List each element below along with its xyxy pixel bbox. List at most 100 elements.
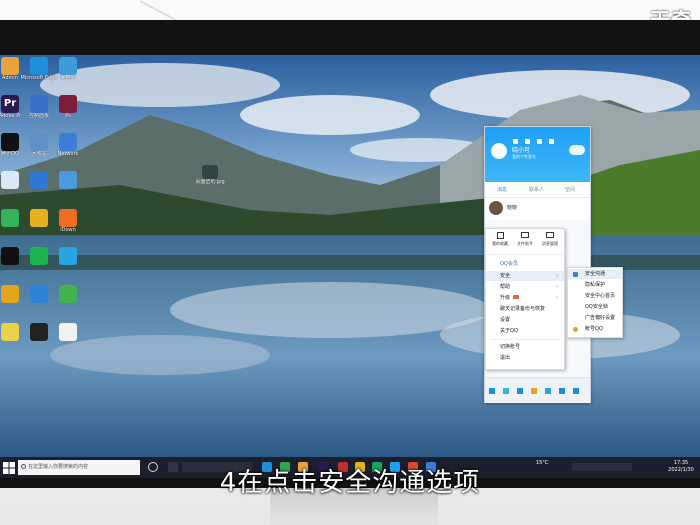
weather-cloud-icon[interactable] (569, 145, 585, 155)
bookmark-icon (496, 232, 504, 239)
menu-shortcuts: 我的收藏 文件助手 消息管理 (486, 229, 564, 255)
desktop-icon[interactable]: 此电脑 (48, 57, 88, 81)
desktop-icon-label: Network (57, 151, 79, 157)
desktop-icon[interactable] (48, 171, 88, 189)
image-file-icon (202, 165, 218, 179)
menu-item-about[interactable]: 关于QQ (486, 326, 564, 336)
file-assistant-shortcut[interactable]: 文件助手 (515, 232, 535, 247)
toolbar-icon[interactable] (573, 388, 579, 394)
chevron-right-icon: › (556, 273, 558, 279)
shortcut-label: 消息管理 (542, 241, 558, 246)
desktop-icon[interactable] (48, 285, 88, 303)
menu-item-label: 安全 (500, 273, 511, 279)
menu-item-chat-backup[interactable]: 聊天记录备份与恢复 (486, 304, 564, 314)
desktop-icon[interactable]: 控制面板 (19, 95, 59, 119)
tab-space[interactable]: 空间 (565, 186, 575, 193)
avatar[interactable] (491, 143, 507, 159)
chevron-right-icon: › (556, 295, 558, 301)
security-submenu: 安全沟通 隐私保护 安全中心首页 QQ安全锁 广告偏好设置 帐号QQ (567, 267, 623, 338)
desktop-icon-label: 此电脑 (60, 75, 76, 81)
favorites-shortcut[interactable]: 我的收藏 (490, 232, 510, 247)
menu-item-exit[interactable]: 退出 (486, 353, 564, 363)
desktop-icon[interactable]: iDown (48, 209, 88, 233)
list-item[interactable]: 晓晓 (485, 198, 590, 220)
menu-item-label: 帮助 (500, 284, 511, 290)
menu-item-security[interactable]: 安全 › (486, 271, 564, 281)
app-icon (30, 285, 48, 303)
app-icon (30, 247, 48, 265)
submenu-item-label: 安全沟通 (585, 271, 606, 277)
submenu-item-privacy[interactable]: 隐私保护 (568, 280, 622, 290)
app-icon (59, 247, 77, 265)
desktop-icon[interactable]: Network (48, 133, 88, 157)
submenu-item-account-qq[interactable]: 帐号QQ (568, 324, 622, 334)
app-icon (59, 95, 77, 113)
contact-avatar (489, 201, 503, 215)
menu-item-switch-account[interactable]: 切换账号 (486, 342, 564, 352)
app-icon (59, 133, 77, 151)
tab-contacts[interactable]: 联系人 (529, 186, 544, 193)
qq-top-controls (513, 129, 573, 144)
app-icon (30, 323, 48, 341)
lock-icon[interactable] (537, 139, 542, 144)
desktop-icon[interactable] (48, 323, 88, 341)
toolbar-icon[interactable] (517, 388, 523, 394)
qq-signature[interactable]: 我的个性签名 (512, 154, 536, 160)
message-icon (546, 232, 554, 238)
app-icon (59, 285, 77, 303)
app-icon (1, 209, 19, 227)
app-icon (1, 323, 19, 341)
toolbar-icon[interactable] (531, 388, 537, 394)
shield-icon (573, 272, 578, 277)
app-icon: Pr (1, 95, 19, 113)
menu-item-settings[interactable]: 设置 (486, 315, 564, 325)
app-icon (30, 209, 48, 227)
toolbar-icon[interactable] (559, 388, 565, 394)
submenu-item-secure-chat[interactable]: 安全沟通 (568, 269, 622, 279)
desktop-file-icon[interactable]: 桌面壁纸.jpg (190, 165, 230, 185)
chevron-right-icon: › (556, 284, 558, 290)
menu-item-help[interactable]: 帮助 › (486, 282, 564, 292)
qq-main-menu: 我的收藏 文件助手 消息管理 QQ会员 安全 › 帮助 › 升级 › 聊天记录备份与恢… (485, 228, 565, 370)
close-icon[interactable] (549, 139, 554, 144)
desktop-icon[interactable] (48, 247, 88, 265)
qq-header: 晓小可 我的个性签名 (485, 127, 590, 182)
skin-icon[interactable] (525, 139, 530, 144)
menu-item-label: 升级 (500, 295, 511, 301)
app-icon (30, 95, 48, 113)
app-icon (1, 133, 19, 151)
menu-icon[interactable] (489, 388, 495, 394)
monitor-bezel: Admin Microsoft Edge 此电脑 Pr Adobe Pr Ps 控制面板 腾讯… (0, 20, 700, 488)
settings-icon[interactable] (513, 139, 518, 144)
message-manager-shortcut[interactable]: 消息管理 (540, 232, 560, 247)
qq-bottom-toolbar (485, 377, 590, 403)
desktop-icon-label: iDown (60, 227, 76, 233)
new-badge (513, 295, 520, 299)
menu-item-vip[interactable]: QQ会员 (486, 259, 564, 269)
app-icon (59, 57, 77, 75)
app-icon (1, 57, 19, 75)
toolbar-icon[interactable] (503, 388, 509, 394)
menu-item-upgrade[interactable]: 升级 › (486, 293, 564, 303)
app-icon (59, 323, 77, 341)
submenu-item-security-center[interactable]: 安全中心首页 (568, 291, 622, 301)
toolbar-icon[interactable] (545, 388, 551, 394)
app-icon (59, 209, 77, 227)
menu-divider (490, 339, 560, 340)
submenu-item-ad-preferences[interactable]: 广告偏好设置 (568, 313, 622, 323)
qq-username[interactable]: 晓小可 (512, 145, 530, 154)
desktop-icon-label: 控制面板 (28, 113, 49, 119)
app-icon (1, 171, 19, 189)
app-icon (30, 57, 48, 75)
account-icon (573, 327, 578, 332)
tab-messages[interactable]: 消息 (497, 186, 507, 193)
submenu-item-label: 帐号QQ (585, 326, 603, 332)
submenu-item-qq-lock[interactable]: QQ安全锁 (568, 302, 622, 312)
video-frame: 天奇 (0, 0, 700, 525)
video-subtitle: 4在点击安全沟通选项 (219, 468, 481, 498)
desktop-file-label: 桌面壁纸.jpg (195, 179, 225, 185)
folder-icon (521, 232, 529, 238)
qq-tabs: 消息 联系人 空间 (485, 182, 590, 198)
app-icon (59, 171, 77, 189)
app-icon (30, 133, 48, 151)
